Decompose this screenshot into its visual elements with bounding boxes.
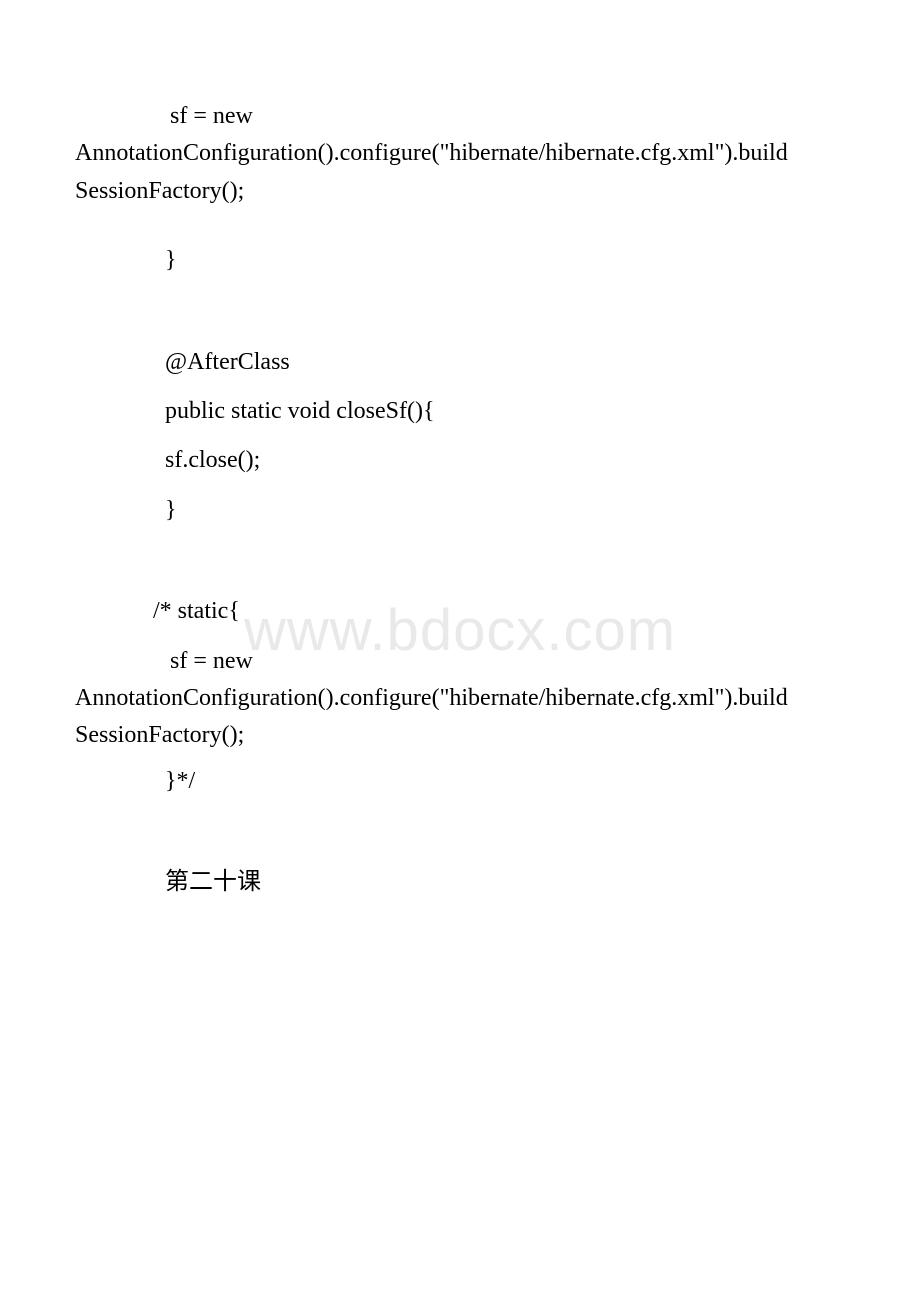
- code-line: sf = new: [75, 100, 845, 132]
- code-line: sf = new: [75, 645, 845, 677]
- code-line: }*/: [75, 765, 845, 797]
- code-line: }: [75, 494, 845, 526]
- code-line: /* static{: [75, 595, 845, 627]
- code-line: public static void closeSf(){: [75, 395, 845, 427]
- code-line: @AfterClass: [75, 346, 845, 378]
- heading-text: 第二十课: [75, 866, 845, 898]
- code-line: }: [75, 244, 845, 276]
- code-line: SessionFactory();: [75, 719, 845, 751]
- code-line: sf.close();: [75, 444, 845, 476]
- document-body: sf = new AnnotationConfiguration().confi…: [75, 100, 845, 898]
- code-line: AnnotationConfiguration().configure("hib…: [75, 682, 845, 714]
- code-line: AnnotationConfiguration().configure("hib…: [75, 137, 845, 169]
- code-line: SessionFactory();: [75, 175, 845, 207]
